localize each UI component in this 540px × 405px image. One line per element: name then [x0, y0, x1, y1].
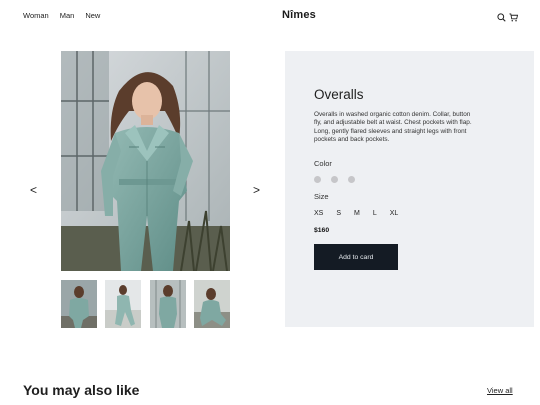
header-actions	[497, 9, 519, 22]
size-option-xs[interactable]: XS	[314, 210, 323, 217]
product-main-image	[61, 51, 230, 271]
product-description: Overalls in washed organic cotton denim.…	[314, 111, 472, 143]
gallery-prev-button[interactable]: <	[30, 183, 37, 197]
product-thumbnail-1[interactable]	[61, 280, 97, 328]
size-label: Size	[314, 192, 329, 201]
recommendations-heading: You may also like	[23, 382, 140, 398]
add-to-cart-button[interactable]: Add to card	[314, 244, 398, 270]
color-swatch-1[interactable]	[314, 176, 321, 183]
size-option-m[interactable]: M	[354, 210, 360, 217]
product-price: $160	[314, 227, 330, 234]
cart-icon[interactable]	[509, 9, 519, 22]
size-option-s[interactable]: S	[336, 210, 341, 217]
brand-logo[interactable]: Nîmes	[0, 9, 540, 21]
product-thumbnail-2[interactable]	[105, 280, 142, 328]
product-details-panel: Overalls Overalls in washed organic cott…	[285, 51, 534, 327]
size-options: XS S M L XL	[314, 210, 398, 217]
gallery-next-button[interactable]: >	[253, 183, 260, 197]
view-all-link[interactable]: View all	[487, 386, 513, 395]
size-option-xl[interactable]: XL	[390, 210, 399, 217]
product-thumbnail-3[interactable]	[149, 280, 186, 328]
color-swatch-3[interactable]	[348, 176, 355, 183]
color-swatch-2[interactable]	[331, 176, 338, 183]
size-option-l[interactable]: L	[373, 210, 377, 217]
thumbnail-strip	[61, 280, 230, 328]
product-thumbnail-4[interactable]	[193, 280, 230, 328]
search-icon[interactable]	[497, 9, 506, 22]
color-swatches	[314, 176, 355, 183]
product-title: Overalls	[314, 87, 364, 102]
color-label: Color	[314, 159, 332, 168]
